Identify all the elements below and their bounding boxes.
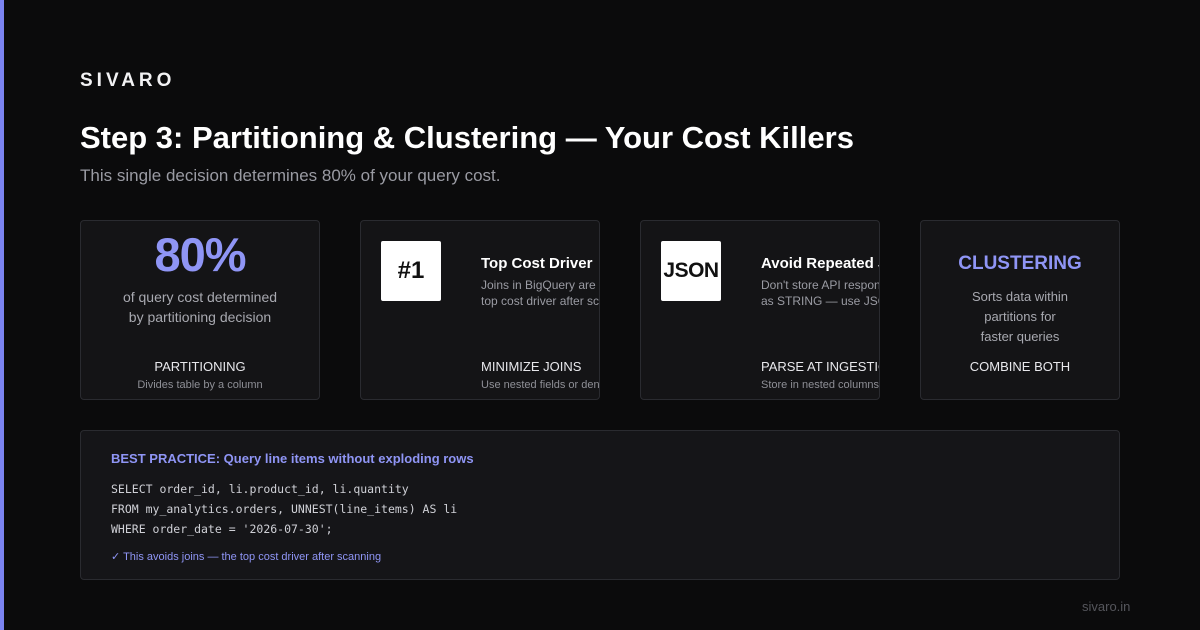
joins-body: Joins in BigQuery are the top cost drive… <box>481 277 599 309</box>
json-card: JSON Avoid Repeated JSON Don't store API… <box>640 220 880 400</box>
joins-sublabel: Use nested fields or denormalize <box>481 379 599 391</box>
clustering-label: COMBINE BOTH <box>969 359 1071 374</box>
clustering-desc-line: faster queries <box>980 329 1060 344</box>
stat-sublabel: Divides table by a column <box>137 379 263 391</box>
joins-heading: Top Cost Driver <box>481 255 593 272</box>
accent-bar <box>0 0 4 630</box>
json-heading: Avoid Repeated JSON <box>761 255 879 272</box>
stat-card: 80% of query cost determined by partitio… <box>80 220 320 400</box>
stat-description: of query cost determined by partitioning… <box>81 287 319 327</box>
joins-label: MINIMIZE JOINS <box>481 359 582 374</box>
page-subtitle: This single decision determines 80% of y… <box>80 166 501 185</box>
json-body: Don't store API responses as STRING — us… <box>761 277 879 309</box>
stat-label: PARTITIONING <box>154 359 246 374</box>
stat-desc-line: by partitioning decision <box>128 309 272 325</box>
code-panel: BEST PRACTICE: Query line items without … <box>80 430 1120 580</box>
json-body-line: Don't store API responses <box>761 278 879 292</box>
clustering-desc-line: Sorts data within <box>971 289 1069 304</box>
stat-desc-line: of query cost determined <box>122 289 278 305</box>
clustering-desc-line: partitions for <box>984 309 1056 324</box>
code-line: WHERE order_date = '2026-07-30'; <box>111 522 333 536</box>
json-label: PARSE AT INGESTION <box>761 359 879 374</box>
code-note: ✓ This avoids joins — the top cost drive… <box>111 551 382 563</box>
json-body-line: as STRING — use JSON type <box>761 294 879 308</box>
code-line: SELECT order_id, li.product_id, li.quant… <box>111 482 409 496</box>
code-panel-title: BEST PRACTICE: Query line items without … <box>111 451 474 466</box>
brand-logo: SIVARO <box>80 70 176 91</box>
json-card-clip: JSON Avoid Repeated JSON Don't store API… <box>641 221 879 399</box>
page-title: Step 3: Partitioning & Clustering — Your… <box>80 120 854 155</box>
code-line: FROM my_analytics.orders, UNNEST(line_it… <box>111 502 458 516</box>
stat-value: 80% <box>154 228 246 281</box>
footer-url: sivaro.in <box>1082 599 1131 614</box>
rank-one-icon: #1 <box>381 241 441 301</box>
joins-body-line: Joins in BigQuery are the <box>481 278 599 292</box>
clustering-description: Sorts data within partitions for faster … <box>921 287 1119 347</box>
json-icon: JSON <box>661 241 721 301</box>
joins-body-line: top cost driver after scanning <box>481 294 599 308</box>
json-sublabel: Store in nested columns <box>761 379 879 391</box>
joins-card-clip: #1 Top Cost Driver Joins in BigQuery are… <box>361 221 599 399</box>
clustering-heading: CLUSTERING <box>958 253 1082 274</box>
joins-card: #1 Top Cost Driver Joins in BigQuery are… <box>360 220 600 400</box>
code-block: SELECT order_id, li.product_id, li.quant… <box>111 479 457 539</box>
clustering-card: CLUSTERING Sorts data within partitions … <box>920 220 1120 400</box>
